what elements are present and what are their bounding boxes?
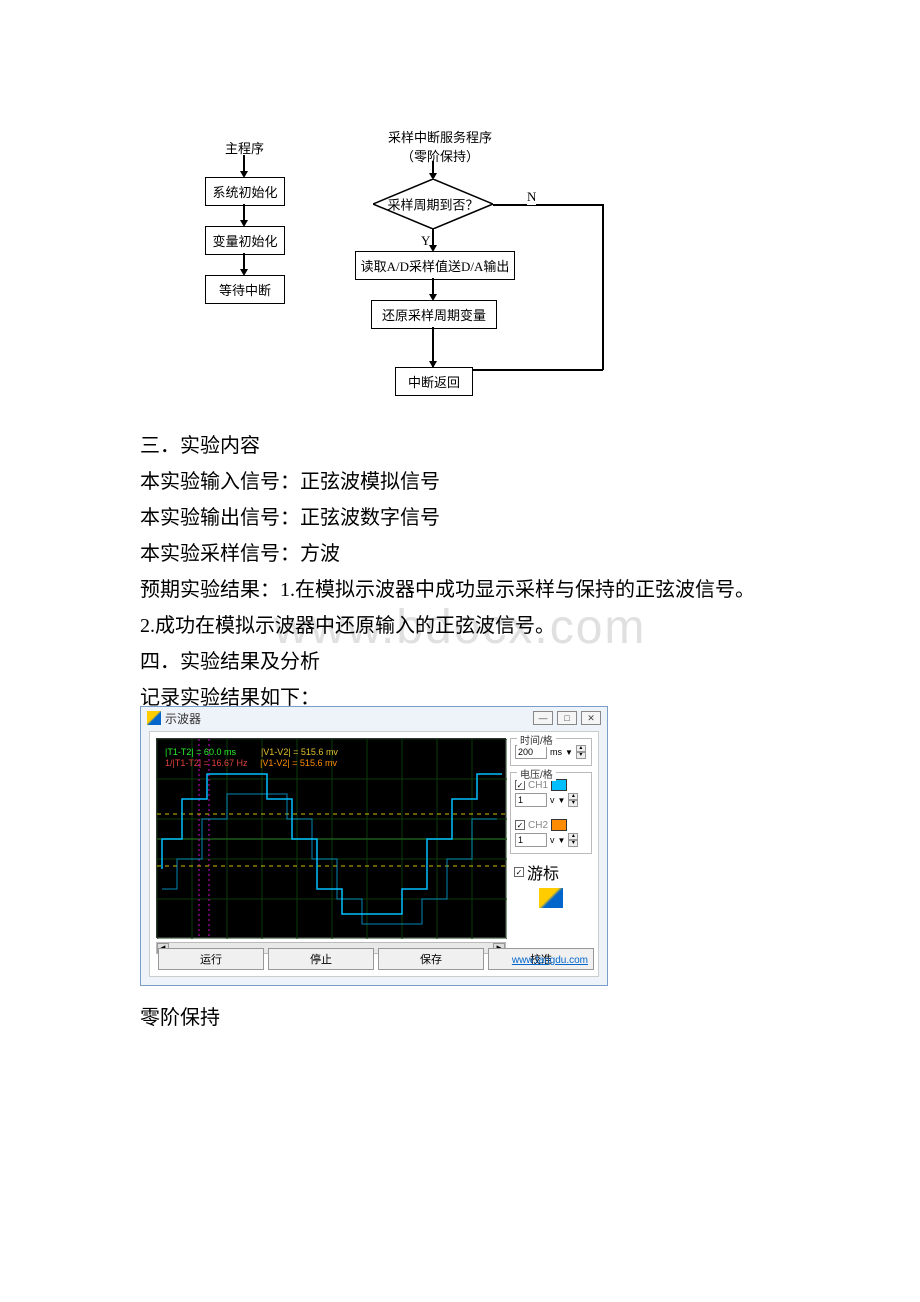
titlebar: 示波器 — □ ✕ (141, 707, 607, 729)
ch2-volt-select[interactable]: 1 (515, 833, 547, 847)
flow-sys-init: 系统初始化 (205, 177, 285, 206)
readout-v12a: |V1-V2| = 515.6 mv (261, 747, 338, 757)
flow-left-title: 主程序 (225, 138, 264, 157)
readout-f12: 1/|T1-T2| = 16.67 Hz (165, 758, 247, 768)
ch1-spinner[interactable]: ▴▾ (568, 793, 578, 807)
flow-no: N (527, 189, 536, 205)
p-sample-signal: 本实验采样信号：方波 (140, 536, 780, 572)
time-div-label: 时间/格 (517, 732, 556, 747)
ch2-spinner[interactable]: ▴▾ (568, 833, 578, 847)
flow-restore: 还原采样周期变量 (371, 300, 497, 329)
ch1-checkbox[interactable]: ✓ (515, 780, 525, 790)
ch2-label: CH2 (528, 820, 548, 831)
ch1-label: CH1 (528, 780, 548, 791)
save-button[interactable]: 保存 (378, 948, 484, 970)
vendor-link[interactable]: www.tangdu.com (512, 955, 588, 966)
flow-wait-int: 等待中断 (205, 275, 285, 304)
flow-read-ad: 读取A/D采样值送D/A输出 (355, 251, 515, 280)
scope-canvas[interactable]: |T1-T2| = 60.0 ms |V1-V2| = 515.6 mv 1/|… (156, 738, 506, 938)
flow-decision: 采样周期到否？ (373, 179, 493, 229)
time-div-select[interactable]: 200 (515, 745, 547, 759)
scope-readout: |T1-T2| = 60.0 ms |V1-V2| = 515.6 mv 1/|… (165, 747, 338, 769)
time-spinner[interactable]: ▴▾ (576, 745, 586, 759)
time-div-group: 时间/格 200 ms ▼ ▴▾ (510, 738, 592, 766)
maximize-button[interactable]: □ (557, 711, 577, 725)
run-button[interactable]: 运行 (158, 948, 264, 970)
figure-caption-zoh: 零阶保持 (140, 1000, 780, 1036)
volt-div-group: 电压/格 ✓ CH1 1 v ▼ ▴▾ ✓ CH2 (510, 772, 592, 854)
ch2-checkbox[interactable]: ✓ (515, 820, 525, 830)
ch2-volt-unit: v (550, 835, 555, 845)
section3-title: 三．实验内容 (140, 428, 780, 464)
ch1-volt-select[interactable]: 1 (515, 793, 547, 807)
p-output-signal: 本实验输出信号：正弦波数字信号 (140, 500, 780, 536)
p-expected-2: 2.成功在模拟示波器中还原输入的正弦波信号。 (140, 608, 780, 644)
stop-button[interactable]: 停止 (268, 948, 374, 970)
readout-v12b: |V1-V2| = 515.6 mv (260, 758, 337, 768)
p-input-signal: 本实验输入信号：正弦波模拟信号 (140, 464, 780, 500)
window-title: 示波器 (165, 710, 201, 727)
flow-return: 中断返回 (395, 367, 473, 396)
scope-side-panel: 时间/格 200 ms ▼ ▴▾ 电压/格 ✓ CH1 (510, 738, 592, 912)
flow-var-init: 变量初始化 (205, 226, 285, 255)
flowchart: 主程序 系统初始化 变量初始化 等待中断 采样中断服务程序 （零阶保持） 采样周… (195, 125, 655, 400)
volt-div-label: 电压/格 (517, 766, 556, 781)
ch2-color-swatch[interactable] (551, 819, 567, 831)
oscilloscope-window: 示波器 — □ ✕ (140, 706, 608, 986)
time-div-unit: ms (550, 747, 562, 757)
cursor-checkbox[interactable]: ✓ (514, 867, 524, 877)
app-icon (147, 711, 161, 725)
ch1-volt-unit: v (550, 795, 555, 805)
flow-right-title: 采样中断服务程序 （零阶保持） (370, 127, 510, 165)
minimize-button[interactable]: — (533, 711, 553, 725)
readout-t12: |T1-T2| = 60.0 ms (165, 747, 236, 757)
cursor-label: 游标 (527, 860, 559, 884)
section4-title: 四．实验结果及分析 (140, 644, 780, 680)
vendor-logo-icon (539, 888, 563, 908)
p-expected-1: 预期实验结果：1.在模拟示波器中成功显示采样与保持的正弦波信号。 (140, 572, 780, 608)
close-button[interactable]: ✕ (581, 711, 601, 725)
